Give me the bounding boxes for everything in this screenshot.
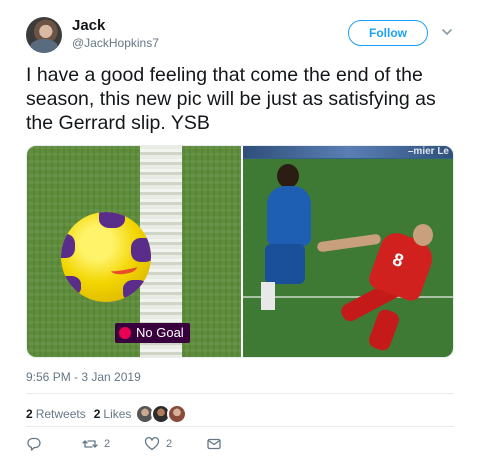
divider bbox=[26, 426, 454, 427]
likes-label: Likes bbox=[103, 407, 132, 421]
retweets-label: Retweets bbox=[35, 407, 86, 421]
likes-stat[interactable]: 2 Likes bbox=[94, 407, 132, 421]
tweet-actions: 2 2 bbox=[26, 436, 454, 456]
liker-avatar[interactable] bbox=[167, 404, 188, 424]
reply-button[interactable] bbox=[26, 436, 48, 452]
tweet-stats: 2 Retweets 2 Likes bbox=[26, 404, 188, 424]
football bbox=[61, 212, 151, 302]
tweet-media[interactable]: No Goal –mier Le 8 bbox=[26, 145, 454, 358]
follow-button[interactable]: Follow bbox=[348, 20, 428, 46]
direct-message-button[interactable] bbox=[206, 436, 222, 452]
gerrard-slip-image: –mier Le 8 bbox=[243, 146, 453, 357]
message-icon bbox=[207, 438, 221, 450]
retweet-button[interactable]: 2 bbox=[82, 436, 110, 452]
player-blue bbox=[277, 164, 299, 188]
user-name[interactable]: Jack bbox=[72, 17, 105, 34]
retweets-stat[interactable]: 2 Retweets bbox=[26, 407, 86, 421]
reply-icon bbox=[27, 437, 41, 451]
board-text: –mier Le bbox=[407, 146, 449, 157]
tweet-timestamp[interactable]: 9:56 PM - 3 Jan 2019 bbox=[26, 370, 141, 384]
like-count: 2 bbox=[166, 438, 173, 450]
likes-count: 2 bbox=[93, 407, 101, 421]
no-goal-badge: No Goal bbox=[115, 323, 190, 343]
ball-on-line-image: No Goal bbox=[27, 146, 241, 357]
retweet-icon bbox=[82, 440, 98, 448]
like-button[interactable]: 2 bbox=[144, 436, 172, 452]
tweet-header: Jack @JackHopkins7 Follow bbox=[26, 14, 466, 58]
user-handle[interactable]: @JackHopkins7 bbox=[72, 36, 159, 50]
divider bbox=[26, 393, 454, 394]
heart-icon bbox=[144, 436, 160, 451]
no-goal-label: No Goal bbox=[136, 325, 184, 340]
avatar[interactable] bbox=[26, 17, 62, 53]
tweet-text: I have a good feeling that come the end … bbox=[26, 64, 436, 134]
retweets-count: 2 bbox=[26, 407, 33, 421]
chevron-down-icon[interactable] bbox=[440, 25, 454, 39]
premier-league-icon bbox=[119, 327, 131, 339]
retweet-count: 2 bbox=[104, 438, 111, 450]
advertising-board: –mier Le bbox=[243, 146, 453, 158]
